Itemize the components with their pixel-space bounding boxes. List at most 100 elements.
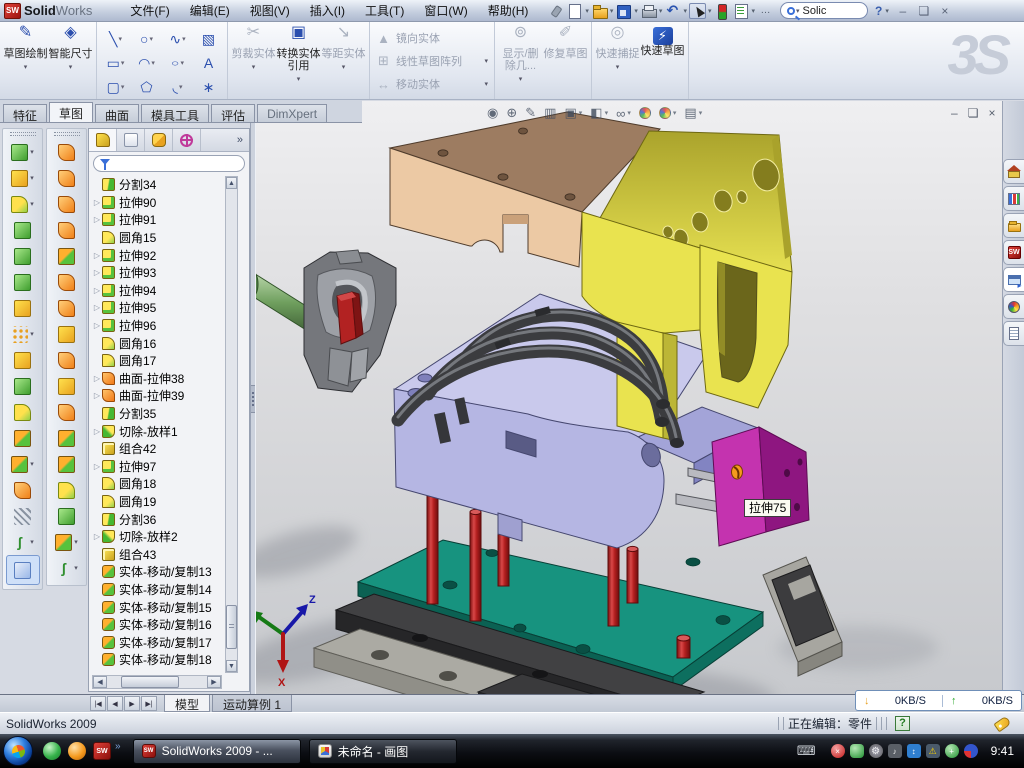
sketch-button[interactable]: ✎ 草图绘制 ▾ [3,25,48,74]
tree-item-20[interactable]: ▷切除-放样2 [92,528,226,546]
ellipse-tool[interactable]: ○▾ [162,51,193,75]
view-orientation-icon[interactable]: ▣▾ [564,105,582,121]
tab-nav-3[interactable]: ▶| [141,696,157,711]
tab-nav-0[interactable]: |◀ [90,696,106,711]
rectangle-tool[interactable]: ▭▾ [100,51,131,75]
print-icon[interactable] [640,3,657,19]
tree-item-25[interactable]: 实体-移动/复制16 [92,616,226,634]
configurationmanager-tab[interactable] [145,129,173,151]
taskbar-button-1[interactable]: 未命名 - 画图 [309,739,457,764]
graphics-area[interactable]: Y Z X [250,101,1003,694]
expander-icon[interactable]: ▷ [92,427,102,436]
tree-item-15[interactable]: 组合42 [92,440,226,458]
chevron-down-icon[interactable]: ▾ [683,7,687,15]
chevron-down-icon[interactable]: ▾ [610,7,614,15]
quick-snaps-button[interactable]: ◎ 快速捕捉 ▾ [595,25,640,74]
curve-2-tool[interactable]: ʃ▾ [47,555,86,581]
arc-tool[interactable]: ◠▾ [131,51,162,75]
toolbar-overflow-icon[interactable]: … [757,3,774,19]
thicken-tool[interactable] [47,399,86,425]
fillet-tool[interactable]: ▾ [3,191,42,217]
mirror-bodies-tool[interactable] [3,373,42,399]
tree-item-24[interactable]: 实体-移动/复制15 [92,598,226,616]
display-delete-relations-button[interactable]: ⊚ 显示/删除几... ▾ [498,25,543,86]
scroll-down-button[interactable]: ▼ [226,660,237,672]
trim-surface-tool[interactable] [47,347,86,373]
doc-tab-模型[interactable]: 模型 [164,695,210,712]
tree-item-8[interactable]: ▷拉伸96 [92,317,226,335]
lofted-surface-tool[interactable] [47,217,86,243]
minimize-button[interactable]: – [896,4,910,18]
panel-splitter[interactable] [250,101,256,694]
point-tool[interactable]: ∗ [193,75,224,99]
spline-tool[interactable]: ∿▾ [162,27,193,51]
horizontal-scroll-thumb[interactable] [121,676,179,688]
expander-icon[interactable]: ▷ [92,321,102,330]
circle-tool[interactable]: ○▾ [131,27,162,51]
menu-item-2[interactable]: 视图(V) [240,0,300,22]
tree-item-4[interactable]: ▷拉伸92 [92,246,226,264]
split-tool[interactable] [3,399,42,425]
reference-geometry-2-tool[interactable]: ▾ [47,529,86,555]
lofted-boss-tool[interactable] [3,243,42,269]
pin-icon[interactable] [547,3,564,19]
doc-close-button[interactable]: × [988,106,995,120]
scroll-right-button[interactable]: ▶ [207,676,221,688]
tab-草图[interactable]: 草图 [49,102,93,122]
doc-restore-button[interactable]: ❏ [968,106,979,120]
hole-wizard-tool[interactable] [3,295,42,321]
expander-icon[interactable]: ▷ [92,374,102,383]
move-entities-button[interactable]: ↔ 移动实体 ▾ [376,76,488,92]
tab-曲面[interactable]: 曲面 [95,104,139,122]
status-help-icon[interactable]: ? [895,716,910,731]
expander-icon[interactable]: ▷ [92,215,102,224]
expander-icon[interactable]: ▷ [92,286,102,295]
mirror-entities-button[interactable]: ▲ 镜向实体 [376,30,488,46]
appearances-scenes-tab[interactable] [1003,294,1024,319]
tree-item-21[interactable]: 组合43 [92,545,226,563]
toolbar-grip[interactable] [10,132,36,136]
section-view-icon[interactable]: ▥ [544,105,556,121]
expander-icon[interactable]: ▷ [92,462,102,471]
tree-item-26[interactable]: 实体-移动/复制17 [92,633,226,651]
scroll-left-button[interactable]: ◀ [93,676,107,688]
instant3d-tool[interactable] [6,555,40,585]
tree-item-23[interactable]: 实体-移动/复制14 [92,581,226,599]
tree-item-13[interactable]: 分割35 [92,405,226,423]
display-style-icon[interactable]: ◧▾ [590,105,608,121]
axis-tool[interactable] [3,503,42,529]
select-box-tool[interactable]: ▧ [193,27,224,51]
zoom-area-icon[interactable]: ⊕ [506,105,517,121]
deform-tool[interactable] [47,425,86,451]
sketch-fillet-tool[interactable]: ◟▾ [162,75,193,99]
move-copy-body-tool[interactable] [3,425,42,451]
shield-plus-tray-icon[interactable]: + [945,744,959,758]
close-button[interactable]: × [938,4,952,18]
tree-item-5[interactable]: ▷拉伸93 [92,264,226,282]
chevron-down-icon[interactable]: ▾ [634,7,638,15]
shape-feature-tool[interactable] [47,503,86,529]
smart-dimension-button[interactable]: ◈ 智能尺寸 ▾ [48,25,93,74]
menu-item-6[interactable]: 帮助(H) [478,0,539,22]
tree-item-10[interactable]: 圆角17 [92,352,226,370]
line-tool[interactable]: ╲▾ [100,27,131,51]
scroll-up-button[interactable]: ▲ [226,177,237,189]
view-settings-icon[interactable]: ▤▾ [684,105,702,121]
tree-item-7[interactable]: ▷拉伸95 [92,299,226,317]
dome-tool[interactable] [47,477,86,503]
planar-surface-tool[interactable] [47,295,86,321]
menu-item-5[interactable]: 窗口(W) [414,0,477,22]
media-quicklaunch-icon[interactable] [68,742,86,760]
doc-minimize-button[interactable]: – [951,106,958,120]
expander-icon[interactable]: ▷ [92,268,102,277]
menu-item-4[interactable]: 工具(T) [355,0,414,22]
vertical-scroll-thumb[interactable] [226,605,237,649]
tab-评估[interactable]: 评估 [211,104,255,122]
featuremanager-tab[interactable] [89,129,117,151]
zoom-to-selection-icon[interactable]: ✎ [525,105,536,121]
tree-item-16[interactable]: ▷拉伸97 [92,458,226,476]
revolved-surface-tool[interactable] [47,165,86,191]
repair-sketch-button[interactable]: ✐ 修复草图 [543,25,588,60]
reference-geometry-tool[interactable]: ▾ [3,451,42,477]
security-red-tray-icon[interactable]: × [831,744,845,758]
